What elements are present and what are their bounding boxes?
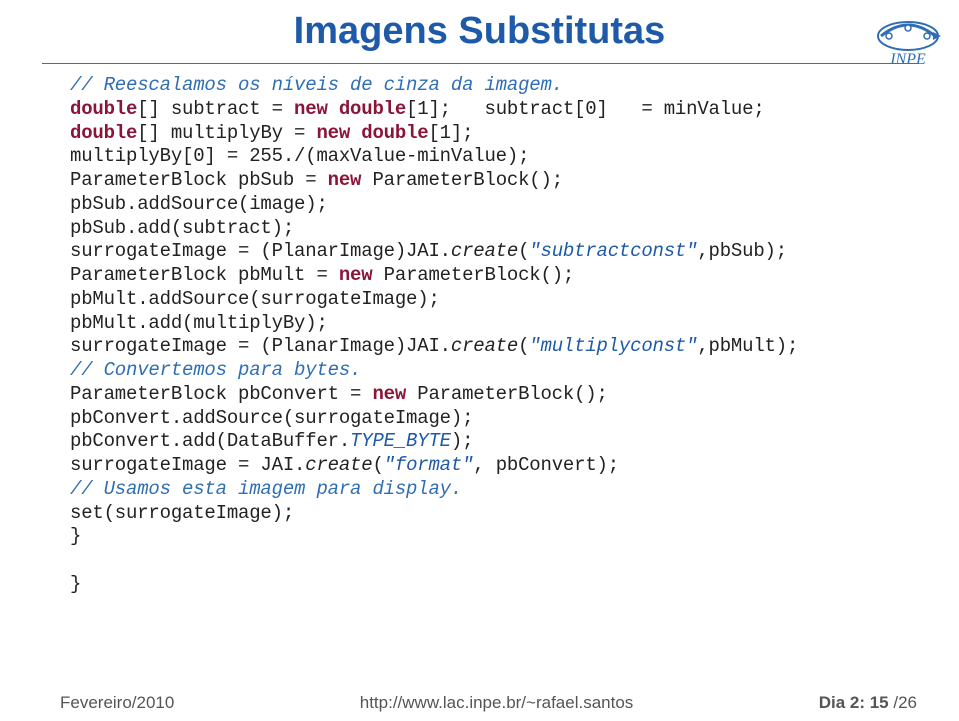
footer-url: http://www.lac.inpe.br/~rafael.santos <box>360 693 634 713</box>
code-block: // Reescalamos os níveis de cinza da ima… <box>70 74 917 597</box>
footer: Fevereiro/2010 http://www.lac.inpe.br/~r… <box>0 693 959 713</box>
footer-date: Fevereiro/2010 <box>60 693 174 713</box>
code-comment: // Usamos esta imagem para display. <box>70 478 462 500</box>
title-underline <box>42 63 917 64</box>
code-comment: // Convertemos para bytes. <box>70 359 361 381</box>
inpe-logo: INPE <box>869 16 947 68</box>
logo-text: INPE <box>889 51 926 68</box>
code-comment: // Reescalamos os níveis de cinza da ima… <box>70 74 563 96</box>
page-title: Imagens Substitutas <box>0 10 959 53</box>
footer-page: Dia 2: 15 /26 <box>819 693 917 713</box>
